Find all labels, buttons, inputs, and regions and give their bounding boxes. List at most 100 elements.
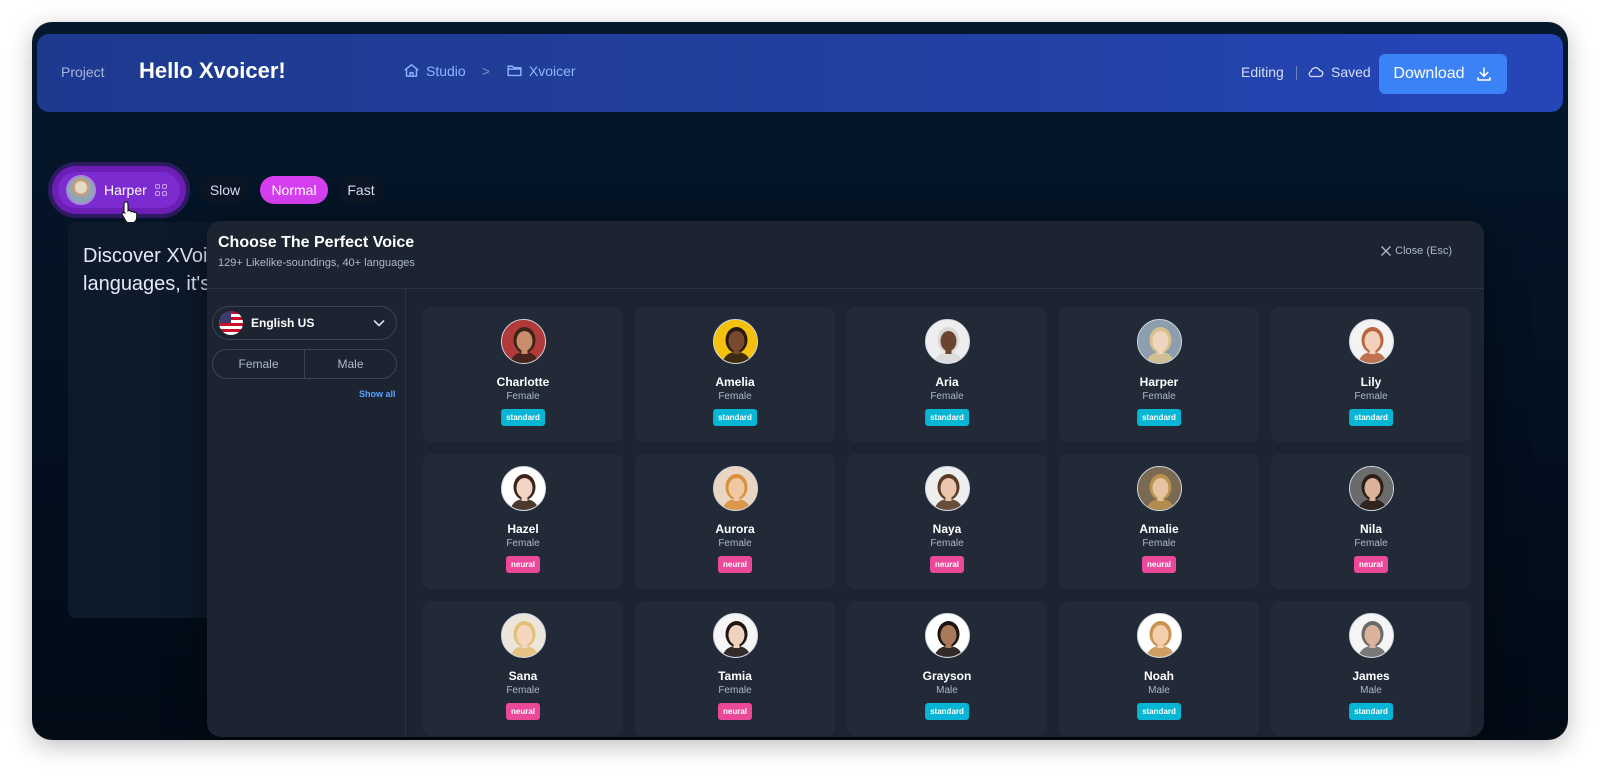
- voice-picker-modal: Choose The Perfect Voice 129+ Likelike-s…: [207, 221, 1484, 737]
- close-button[interactable]: Close (Esc): [1380, 245, 1452, 257]
- voice-name: James: [1352, 669, 1390, 683]
- voice-card[interactable]: James Male standard: [1271, 601, 1471, 736]
- avatar: [501, 466, 546, 511]
- voice-gender: Female: [930, 538, 964, 549]
- voice-name: Noah: [1144, 669, 1174, 683]
- breadcrumb: Studio > Xvoicer: [403, 62, 576, 79]
- voice-gender: Female: [506, 538, 540, 549]
- voice-type-badge: neural: [505, 703, 541, 720]
- voice-gender: Female: [930, 391, 964, 402]
- voice-gender: Female: [1354, 538, 1388, 549]
- voice-type-badge: standard: [1137, 409, 1181, 426]
- voice-name: Hazel: [507, 522, 539, 536]
- chevron-down-icon: [373, 320, 385, 327]
- modal-title: Choose The Perfect Voice: [218, 234, 415, 251]
- avatar: [925, 613, 970, 658]
- voice-gender: Female: [506, 391, 540, 402]
- voice-name: Amelia: [715, 375, 755, 389]
- voice-type-badge: neural: [1141, 556, 1177, 573]
- status-saved: Saved: [1307, 63, 1371, 81]
- voice-card[interactable]: Lily Female standard: [1271, 307, 1471, 442]
- avatar: [1137, 613, 1182, 658]
- modal-divider: [207, 288, 1484, 289]
- voice-gender: Female: [718, 391, 752, 402]
- avatar: [1349, 466, 1394, 511]
- voice-type-badge: neural: [717, 556, 753, 573]
- avatar: [66, 175, 96, 205]
- voice-type-badge: standard: [925, 409, 969, 426]
- cloud-icon: [1308, 67, 1324, 78]
- voice-card[interactable]: Aurora Female neural: [635, 454, 835, 589]
- voice-selector-pill[interactable]: Harper: [52, 166, 186, 214]
- avatar: [1137, 319, 1182, 364]
- voice-name: Aria: [935, 375, 959, 389]
- voice-card[interactable]: Naya Female neural: [847, 454, 1047, 589]
- page-title: Hello Xvoicer!: [139, 58, 286, 83]
- voice-gender: Female: [506, 685, 540, 696]
- avatar: [1349, 319, 1394, 364]
- top-header: Project Hello Xvoicer! Studio > Xvoicer …: [37, 34, 1563, 112]
- project-label: Project: [61, 64, 105, 80]
- avatar: [1349, 613, 1394, 658]
- status-saved-label: Saved: [1331, 64, 1371, 80]
- editor-line-2: languages, it's: [83, 273, 211, 295]
- avatar: [501, 613, 546, 658]
- avatar: [713, 613, 758, 658]
- avatar: [713, 466, 758, 511]
- voice-type-badge: neural: [717, 703, 753, 720]
- modal-subtitle: 129+ Likelike-soundings, 40+ languages: [218, 257, 415, 269]
- voice-name: Tamia: [718, 669, 752, 683]
- voice-type-badge: neural: [1353, 556, 1389, 573]
- voice-name: Aurora: [715, 522, 755, 536]
- voice-card[interactable]: Hazel Female neural: [423, 454, 623, 589]
- voice-type-badge: standard: [1137, 703, 1181, 720]
- us-flag-icon: [219, 311, 243, 335]
- voice-card[interactable]: Charlotte Female standard: [423, 307, 623, 442]
- breadcrumb-xvoicer[interactable]: Xvoicer: [506, 62, 576, 79]
- show-all-link[interactable]: Show all: [359, 389, 396, 399]
- breadcrumb-xvoicer-label: Xvoicer: [528, 62, 576, 79]
- voice-card[interactable]: Aria Female standard: [847, 307, 1047, 442]
- voice-type-badge: standard: [501, 409, 545, 426]
- gender-filter: Female Male: [212, 349, 397, 379]
- breadcrumb-studio-label: Studio: [426, 62, 466, 79]
- close-button-label: Close (Esc): [1395, 245, 1452, 257]
- speed-normal-button[interactable]: Normal: [260, 176, 328, 204]
- download-button[interactable]: Download: [1379, 54, 1507, 94]
- breadcrumb-studio[interactable]: Studio: [403, 62, 466, 79]
- voice-gender: Male: [1360, 685, 1382, 696]
- voice-name: Lily: [1360, 375, 1382, 389]
- status-divider: [1296, 66, 1297, 80]
- voice-name: Naya: [932, 522, 962, 536]
- voice-name: Sana: [508, 669, 538, 683]
- voice-card[interactable]: Noah Male standard: [1059, 601, 1259, 736]
- voice-gender: Female: [1354, 391, 1388, 402]
- avatar: [1137, 466, 1182, 511]
- voice-type-badge: standard: [1349, 409, 1393, 426]
- filter-male-button[interactable]: Male: [304, 350, 396, 378]
- voice-gender: Male: [1148, 685, 1170, 696]
- voice-gender: Female: [718, 538, 752, 549]
- voice-name: Grayson: [922, 669, 972, 683]
- voice-card[interactable]: Tamia Female neural: [635, 601, 835, 736]
- voice-type-badge: standard: [713, 409, 757, 426]
- voice-card[interactable]: Harper Female standard: [1059, 307, 1259, 442]
- download-button-label: Download: [1393, 65, 1465, 82]
- language-select[interactable]: English US: [212, 306, 397, 340]
- speed-fast-button[interactable]: Fast: [338, 176, 384, 204]
- breadcrumb-separator: >: [481, 62, 490, 79]
- speed-slow-button[interactable]: Slow: [200, 176, 250, 204]
- voice-card[interactable]: Amalie Female neural: [1059, 454, 1259, 589]
- voice-card[interactable]: Nila Female neural: [1271, 454, 1471, 589]
- voice-gender: Male: [936, 685, 958, 696]
- voice-card[interactable]: Amelia Female standard: [635, 307, 835, 442]
- voice-card[interactable]: Grayson Male standard: [847, 601, 1047, 736]
- selected-voice-name: Harper: [104, 182, 147, 198]
- filter-female-button[interactable]: Female: [213, 350, 304, 378]
- app-window: Project Hello Xvoicer! Studio > Xvoicer …: [32, 22, 1568, 740]
- voice-type-badge: neural: [505, 556, 541, 573]
- filter-panel-divider: [405, 289, 406, 737]
- voice-name: Amalie: [1139, 522, 1179, 536]
- voice-type-badge: neural: [929, 556, 965, 573]
- voice-card[interactable]: Sana Female neural: [423, 601, 623, 736]
